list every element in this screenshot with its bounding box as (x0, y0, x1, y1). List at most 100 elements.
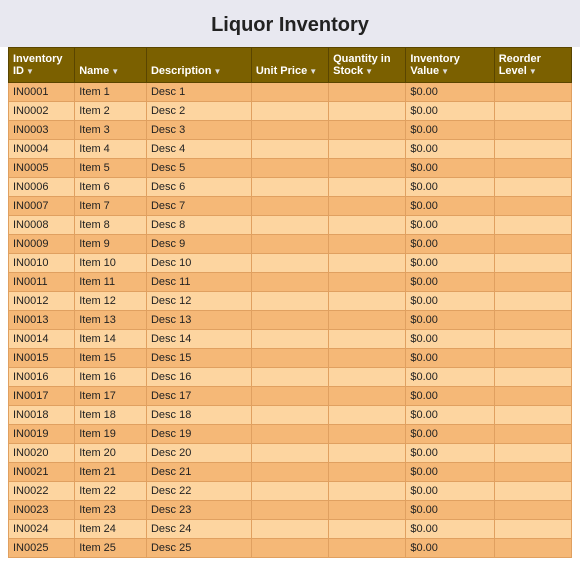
column-header-reorder_level[interactable]: Reorder Level ▼ (494, 48, 571, 83)
cell-reorder_level (494, 425, 571, 444)
dropdown-arrow-icon[interactable]: ▼ (309, 67, 317, 76)
cell-description: Desc 7 (146, 197, 251, 216)
cell-unit_price (251, 520, 328, 539)
cell-quantity_in_stock (329, 273, 406, 292)
cell-reorder_level (494, 273, 571, 292)
table-row: IN0005Item 5Desc 5$0.00 (9, 159, 572, 178)
column-header-inventory_id[interactable]: Inventory ID ▼ (9, 48, 75, 83)
cell-name: Item 24 (75, 520, 147, 539)
table-row: IN0018Item 18Desc 18$0.00 (9, 406, 572, 425)
cell-description: Desc 4 (146, 140, 251, 159)
cell-name: Item 9 (75, 235, 147, 254)
cell-reorder_level (494, 102, 571, 121)
cell-inventory_id: IN0018 (9, 406, 75, 425)
cell-description: Desc 16 (146, 368, 251, 387)
cell-name: Item 19 (75, 425, 147, 444)
cell-inventory_id: IN0019 (9, 425, 75, 444)
cell-quantity_in_stock (329, 463, 406, 482)
cell-description: Desc 2 (146, 102, 251, 121)
cell-unit_price (251, 254, 328, 273)
cell-reorder_level (494, 159, 571, 178)
cell-description: Desc 19 (146, 425, 251, 444)
cell-unit_price (251, 539, 328, 558)
cell-unit_price (251, 311, 328, 330)
cell-reorder_level (494, 216, 571, 235)
table-row: IN0015Item 15Desc 15$0.00 (9, 349, 572, 368)
cell-inventory_value: $0.00 (406, 387, 494, 406)
cell-description: Desc 13 (146, 311, 251, 330)
cell-reorder_level (494, 197, 571, 216)
cell-name: Item 21 (75, 463, 147, 482)
cell-name: Item 17 (75, 387, 147, 406)
cell-inventory_id: IN0001 (9, 83, 75, 102)
cell-unit_price (251, 368, 328, 387)
table-row: IN0001Item 1Desc 1$0.00 (9, 83, 572, 102)
cell-name: Item 11 (75, 273, 147, 292)
cell-quantity_in_stock (329, 368, 406, 387)
cell-inventory_value: $0.00 (406, 425, 494, 444)
cell-name: Item 4 (75, 140, 147, 159)
column-header-description[interactable]: Description ▼ (146, 48, 251, 83)
cell-unit_price (251, 102, 328, 121)
cell-name: Item 12 (75, 292, 147, 311)
cell-inventory_value: $0.00 (406, 349, 494, 368)
cell-inventory_value: $0.00 (406, 501, 494, 520)
dropdown-arrow-icon[interactable]: ▼ (26, 67, 34, 76)
cell-inventory_value: $0.00 (406, 482, 494, 501)
cell-unit_price (251, 482, 328, 501)
cell-description: Desc 12 (146, 292, 251, 311)
dropdown-arrow-icon[interactable]: ▼ (111, 67, 119, 76)
cell-inventory_id: IN0024 (9, 520, 75, 539)
dropdown-arrow-icon[interactable]: ▼ (441, 67, 449, 76)
table-row: IN0021Item 21Desc 21$0.00 (9, 463, 572, 482)
cell-quantity_in_stock (329, 482, 406, 501)
cell-inventory_id: IN0013 (9, 311, 75, 330)
cell-reorder_level (494, 387, 571, 406)
cell-inventory_id: IN0009 (9, 235, 75, 254)
cell-inventory_value: $0.00 (406, 368, 494, 387)
column-header-inventory_value[interactable]: Inventory Value ▼ (406, 48, 494, 83)
dropdown-arrow-icon[interactable]: ▼ (214, 67, 222, 76)
cell-inventory_value: $0.00 (406, 140, 494, 159)
cell-inventory_id: IN0006 (9, 178, 75, 197)
cell-inventory_id: IN0007 (9, 197, 75, 216)
cell-unit_price (251, 406, 328, 425)
cell-description: Desc 21 (146, 463, 251, 482)
cell-description: Desc 6 (146, 178, 251, 197)
cell-inventory_value: $0.00 (406, 330, 494, 349)
cell-quantity_in_stock (329, 444, 406, 463)
cell-unit_price (251, 83, 328, 102)
cell-unit_price (251, 159, 328, 178)
column-header-unit_price[interactable]: Unit Price ▼ (251, 48, 328, 83)
cell-unit_price (251, 501, 328, 520)
cell-name: Item 15 (75, 349, 147, 368)
cell-inventory_id: IN0012 (9, 292, 75, 311)
column-header-name[interactable]: Name ▼ (75, 48, 147, 83)
cell-reorder_level (494, 482, 571, 501)
cell-description: Desc 14 (146, 330, 251, 349)
cell-description: Desc 5 (146, 159, 251, 178)
cell-description: Desc 17 (146, 387, 251, 406)
cell-unit_price (251, 425, 328, 444)
cell-inventory_value: $0.00 (406, 254, 494, 273)
cell-inventory_value: $0.00 (406, 463, 494, 482)
cell-unit_price (251, 235, 328, 254)
cell-inventory_value: $0.00 (406, 406, 494, 425)
table-row: IN0017Item 17Desc 17$0.00 (9, 387, 572, 406)
dropdown-arrow-icon[interactable]: ▼ (365, 67, 373, 76)
cell-name: Item 7 (75, 197, 147, 216)
cell-unit_price (251, 387, 328, 406)
cell-description: Desc 10 (146, 254, 251, 273)
cell-reorder_level (494, 83, 571, 102)
cell-reorder_level (494, 292, 571, 311)
cell-reorder_level (494, 539, 571, 558)
cell-unit_price (251, 140, 328, 159)
cell-unit_price (251, 444, 328, 463)
table-body: IN0001Item 1Desc 1$0.00IN0002Item 2Desc … (9, 83, 572, 558)
dropdown-arrow-icon[interactable]: ▼ (529, 67, 537, 76)
cell-inventory_value: $0.00 (406, 121, 494, 140)
cell-unit_price (251, 273, 328, 292)
cell-description: Desc 9 (146, 235, 251, 254)
column-header-quantity_in_stock[interactable]: Quantity in Stock ▼ (329, 48, 406, 83)
cell-name: Item 13 (75, 311, 147, 330)
